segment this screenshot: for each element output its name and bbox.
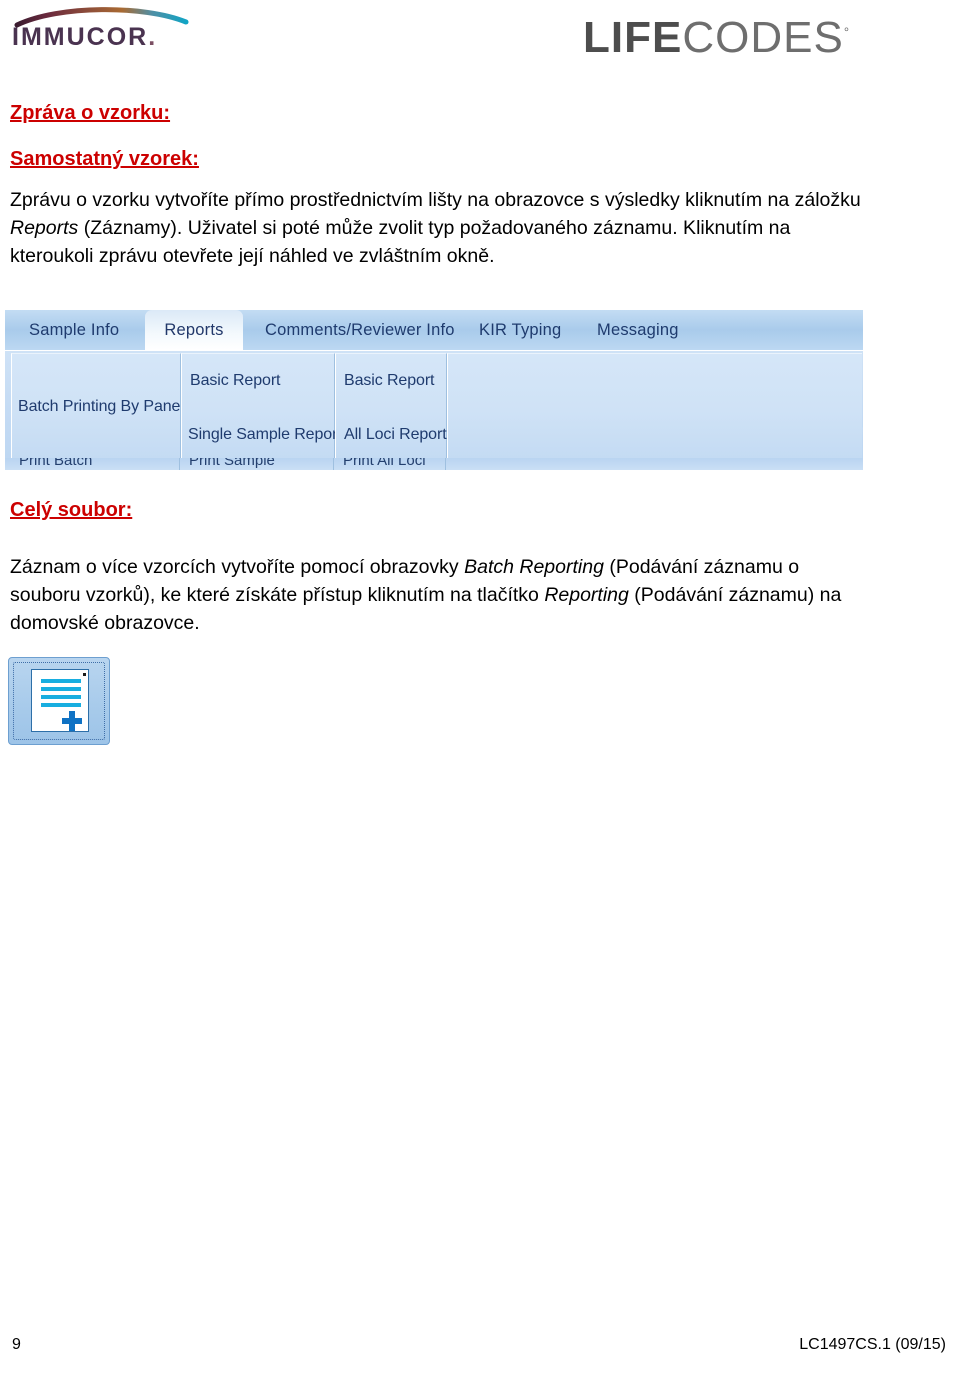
tab-comments-reviewer-info[interactable]: Comments/Reviewer Info (253, 310, 467, 350)
ribbon-cut-divider-1 (179, 458, 180, 470)
document-body-whole-file: Celý soubor: Záznam o více vzorcích vytv… (10, 497, 910, 637)
ribbon-button-all-loci-report[interactable]: All Loci Report (344, 426, 447, 444)
document-body: Zpráva o vzorku: Samostatný vzorek: Zprá… (10, 100, 910, 270)
app-ribbon: Batch Printing By Panel Basic Report Sin… (5, 351, 863, 470)
document-corner-mark (83, 673, 86, 676)
tab-sample-info[interactable]: Sample Info (17, 310, 131, 350)
lifecodes-bold-text: LIFE (583, 12, 683, 62)
document-line-2 (41, 687, 81, 691)
immucor-logo: IMMUCOR. (12, 6, 192, 52)
plus-icon-vertical (69, 711, 75, 731)
paragraph-2-italic-reporting: Reporting (544, 584, 629, 606)
ribbon-group-batch-printing: Batch Printing By Panel (11, 353, 184, 458)
ribbon-cut-divider-2 (333, 458, 334, 470)
heading-whole-file-block: Celý soubor: (10, 497, 910, 523)
heading-sample-report: Zpráva o vzorku: (10, 102, 171, 124)
immucor-wordmark: IMMUCOR. (12, 23, 157, 52)
ribbon-group-sample-reports: Basic Report Single Sample Report (181, 353, 342, 458)
app-tabstrip: Sample Info Reports Comments/Reviewer In… (5, 310, 863, 351)
footer-page-number: 9 (12, 1336, 21, 1353)
tab-kir-typing[interactable]: KIR Typing (467, 310, 573, 350)
paragraph-2-text-a: Záznam o více vzorcích vytvoříte pomocí … (10, 556, 465, 578)
paragraph-single-sample: Zprávu o vzorku vytvoříte přímo prostřed… (10, 186, 870, 270)
reporting-button-icon[interactable] (8, 657, 110, 745)
heading-single-sample-block: Samostatný vzorek: (10, 146, 910, 172)
ribbon-cut-label-print-all-loci: Print All Loci (343, 458, 426, 469)
paragraph-1-text-b: (Záznamy). Uživatel si poté může zvolit … (10, 217, 791, 267)
tab-reports[interactable]: Reports (145, 310, 243, 350)
paragraph-whole-file: Záznam o více vzorcích vytvoříte pomocí … (10, 553, 870, 637)
tab-messaging[interactable]: Messaging (585, 310, 691, 350)
ribbon-cut-divider-3 (445, 458, 446, 470)
immucor-wordmark-period: . (148, 23, 158, 51)
heading-single-sample: Samostatný vzorek: (10, 148, 199, 170)
ribbon-button-basic-report-loci[interactable]: Basic Report (344, 372, 435, 390)
registered-mark-icon: ° (843, 24, 851, 39)
paragraph-2-italic-batch-reporting: Batch Reporting (464, 556, 604, 578)
page-header: IMMUCOR. LIFECODES° (0, 0, 960, 62)
heading-whole-file: Celý soubor: (10, 499, 133, 521)
paragraph-1-italic-reports: Reports (10, 217, 79, 239)
ribbon-cut-off-row: Print Batch Print Sample Print All Loci (5, 458, 863, 470)
document-line-1 (41, 679, 81, 683)
ribbon-button-basic-report-sample[interactable]: Basic Report (190, 372, 281, 390)
lifecodes-thin-text: CODES (682, 12, 844, 62)
ribbon-button-single-sample-report[interactable]: Single Sample Report (188, 426, 342, 444)
document-line-3 (41, 695, 81, 699)
ribbon-cut-label-print-sample: Print Sample (189, 458, 275, 469)
paragraph-1-text-a: Zprávu o vzorku vytvoříte přímo prostřed… (10, 189, 861, 211)
app-screenshot-reports-ribbon: Sample Info Reports Comments/Reviewer In… (5, 310, 863, 470)
document-plus-icon (31, 669, 89, 732)
heading-sample-report-block: Zpráva o vzorku: (10, 100, 910, 126)
lifecodes-logo: LIFECODES° (583, 8, 851, 61)
ribbon-button-batch-printing-by-panel[interactable]: Batch Printing By Panel (18, 398, 184, 416)
ribbon-cut-label-print-batch: Print Batch (19, 458, 93, 469)
document-line-4 (41, 703, 81, 707)
page-footer: 9 LC1497CS.1 (09/15) (0, 1336, 960, 1358)
immucor-wordmark-text: IMMUCOR (12, 23, 149, 51)
footer-document-code: LC1497CS.1 (09/15) (799, 1336, 946, 1353)
ribbon-cut-off-background (5, 458, 863, 470)
ribbon-group-loci-reports: Basic Report All Loci Report (335, 353, 447, 458)
ribbon-group-empty-area (447, 353, 862, 458)
